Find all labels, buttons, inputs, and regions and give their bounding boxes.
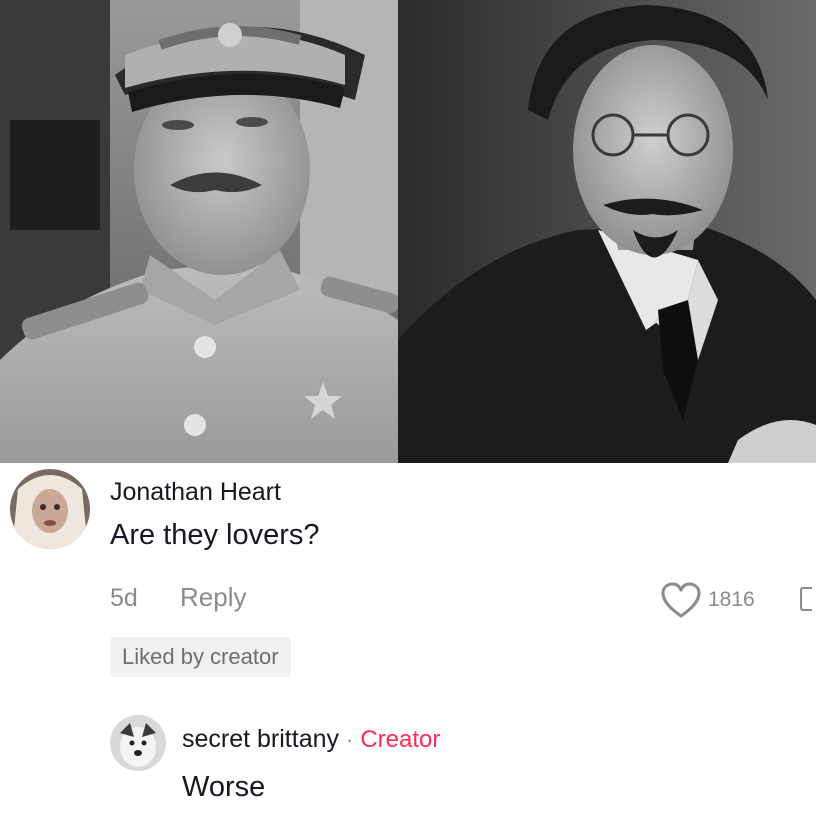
photo-collage bbox=[0, 0, 816, 463]
portrait-uniform-photo bbox=[0, 0, 398, 463]
reply-username[interactable]: secret brittany bbox=[182, 725, 339, 754]
separator-dot: · bbox=[346, 727, 354, 752]
creator-badge: Creator bbox=[360, 726, 441, 753]
commenter-avatar[interactable] bbox=[10, 469, 90, 549]
like-count: 1816 bbox=[708, 588, 755, 611]
reply-text: Worse bbox=[182, 771, 266, 803]
comment-section: Jonathan Heart Are they lovers? 5d Reply… bbox=[0, 463, 816, 818]
liked-by-creator-badge: Liked by creator bbox=[110, 637, 291, 677]
creator-avatar[interactable] bbox=[110, 715, 166, 771]
portrait-suit-photo bbox=[398, 0, 816, 463]
commenter-username[interactable]: Jonathan Heart bbox=[110, 478, 281, 507]
comment-timestamp: 5d bbox=[110, 584, 138, 612]
reply-button[interactable]: Reply bbox=[180, 582, 246, 613]
like-button[interactable]: 1816 bbox=[660, 581, 755, 619]
heart-outline-icon bbox=[661, 582, 701, 618]
dislike-icon[interactable] bbox=[800, 587, 812, 611]
reply-header: secret brittany · Creator bbox=[182, 725, 440, 754]
comment-text: Are they lovers? bbox=[110, 519, 320, 551]
